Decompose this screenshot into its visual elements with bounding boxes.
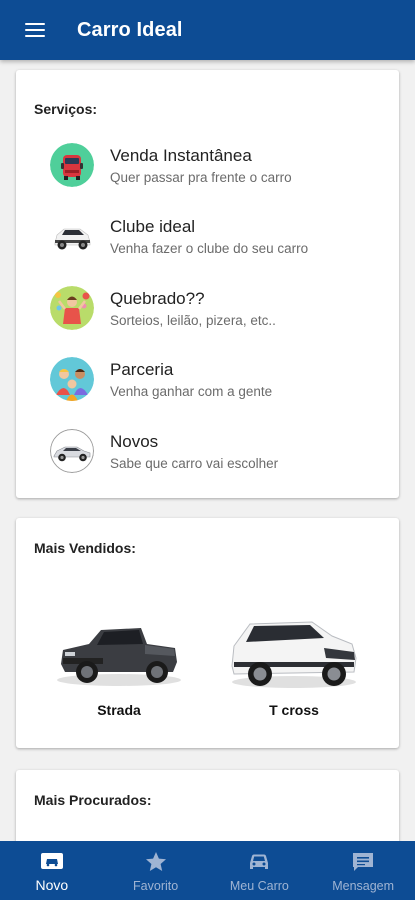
- car-strada[interactable]: Strada: [49, 614, 189, 734]
- menu-button[interactable]: [0, 0, 70, 60]
- nav-mensagem[interactable]: Mensagem: [311, 841, 415, 900]
- nav-label: Novo: [35, 877, 69, 893]
- car-name: Strada: [97, 702, 141, 718]
- service-title: Novos: [110, 432, 159, 451]
- nav-meu-carro[interactable]: Meu Carro: [208, 841, 312, 900]
- suv-icon: [231, 621, 357, 688]
- service-clube-ideal[interactable]: Clube ideal Venha fazer o clube do seu c…: [50, 214, 390, 274]
- most-searched-heading: Mais Procurados:: [34, 792, 152, 808]
- app-title: Carro Ideal: [77, 18, 183, 41]
- hamburger-icon: [25, 23, 45, 38]
- service-subtitle: Sabe que carro vai escolher: [110, 456, 279, 471]
- service-novos[interactable]: Novos Sabe que carro vai escolher: [50, 429, 390, 489]
- pickup-truck-icon: [57, 628, 181, 686]
- service-subtitle: Venha ganhar com a gente: [110, 384, 273, 399]
- white-suv-icon: [50, 214, 94, 258]
- services-card: Serviços: Venda Instantânea Quer passar …: [16, 70, 399, 498]
- service-title: Quebrado??: [110, 289, 205, 308]
- best-sellers-heading: Mais Vendidos:: [34, 540, 136, 556]
- service-title: Clube ideal: [110, 217, 196, 236]
- service-subtitle: Venha fazer o clube do seu carro: [110, 241, 309, 256]
- best-sellers-card: Mais Vendidos: Strada T cross: [16, 518, 399, 748]
- most-searched-card: Mais Procurados:: [16, 770, 399, 841]
- partners-icon: [50, 357, 94, 401]
- service-subtitle: Sorteios, leilão, pizera, etc..: [110, 313, 276, 328]
- app-bar: Carro Ideal: [0, 0, 415, 60]
- service-subtitle: Quer passar pra frente o carro: [110, 170, 292, 185]
- car-icon: [250, 854, 269, 869]
- nav-favorito[interactable]: Favorito: [104, 841, 208, 900]
- nav-novo[interactable]: Novo: [0, 841, 104, 900]
- bottom-navigation: Novo Favorito Meu Carro Mensagem: [0, 841, 415, 900]
- car-name: T cross: [269, 702, 319, 718]
- chat-icon: [353, 853, 374, 871]
- red-car-icon: [50, 143, 94, 187]
- nav-label: Favorito: [133, 879, 179, 893]
- service-title: Venda Instantânea: [110, 146, 252, 165]
- star-icon: [145, 852, 166, 871]
- nav-label: Mensagem: [332, 879, 395, 893]
- services-heading: Serviços:: [34, 101, 98, 117]
- nav-label: Meu Carro: [229, 879, 289, 893]
- party-icon: [50, 286, 94, 330]
- service-venda-instantanea[interactable]: Venda Instantânea Quer passar pra frente…: [50, 143, 390, 203]
- service-quebrado[interactable]: Quebrado?? Sorteios, leilão, pizera, etc…: [50, 286, 390, 346]
- car-t-cross[interactable]: T cross: [224, 614, 364, 734]
- silver-car-icon: [50, 429, 94, 473]
- car-front-card-icon: [40, 853, 63, 869]
- service-parceria[interactable]: Parceria Venha ganhar com a gente: [50, 357, 390, 417]
- main-content[interactable]: Serviços: Venda Instantânea Quer passar …: [0, 60, 415, 841]
- service-title: Parceria: [110, 360, 174, 379]
